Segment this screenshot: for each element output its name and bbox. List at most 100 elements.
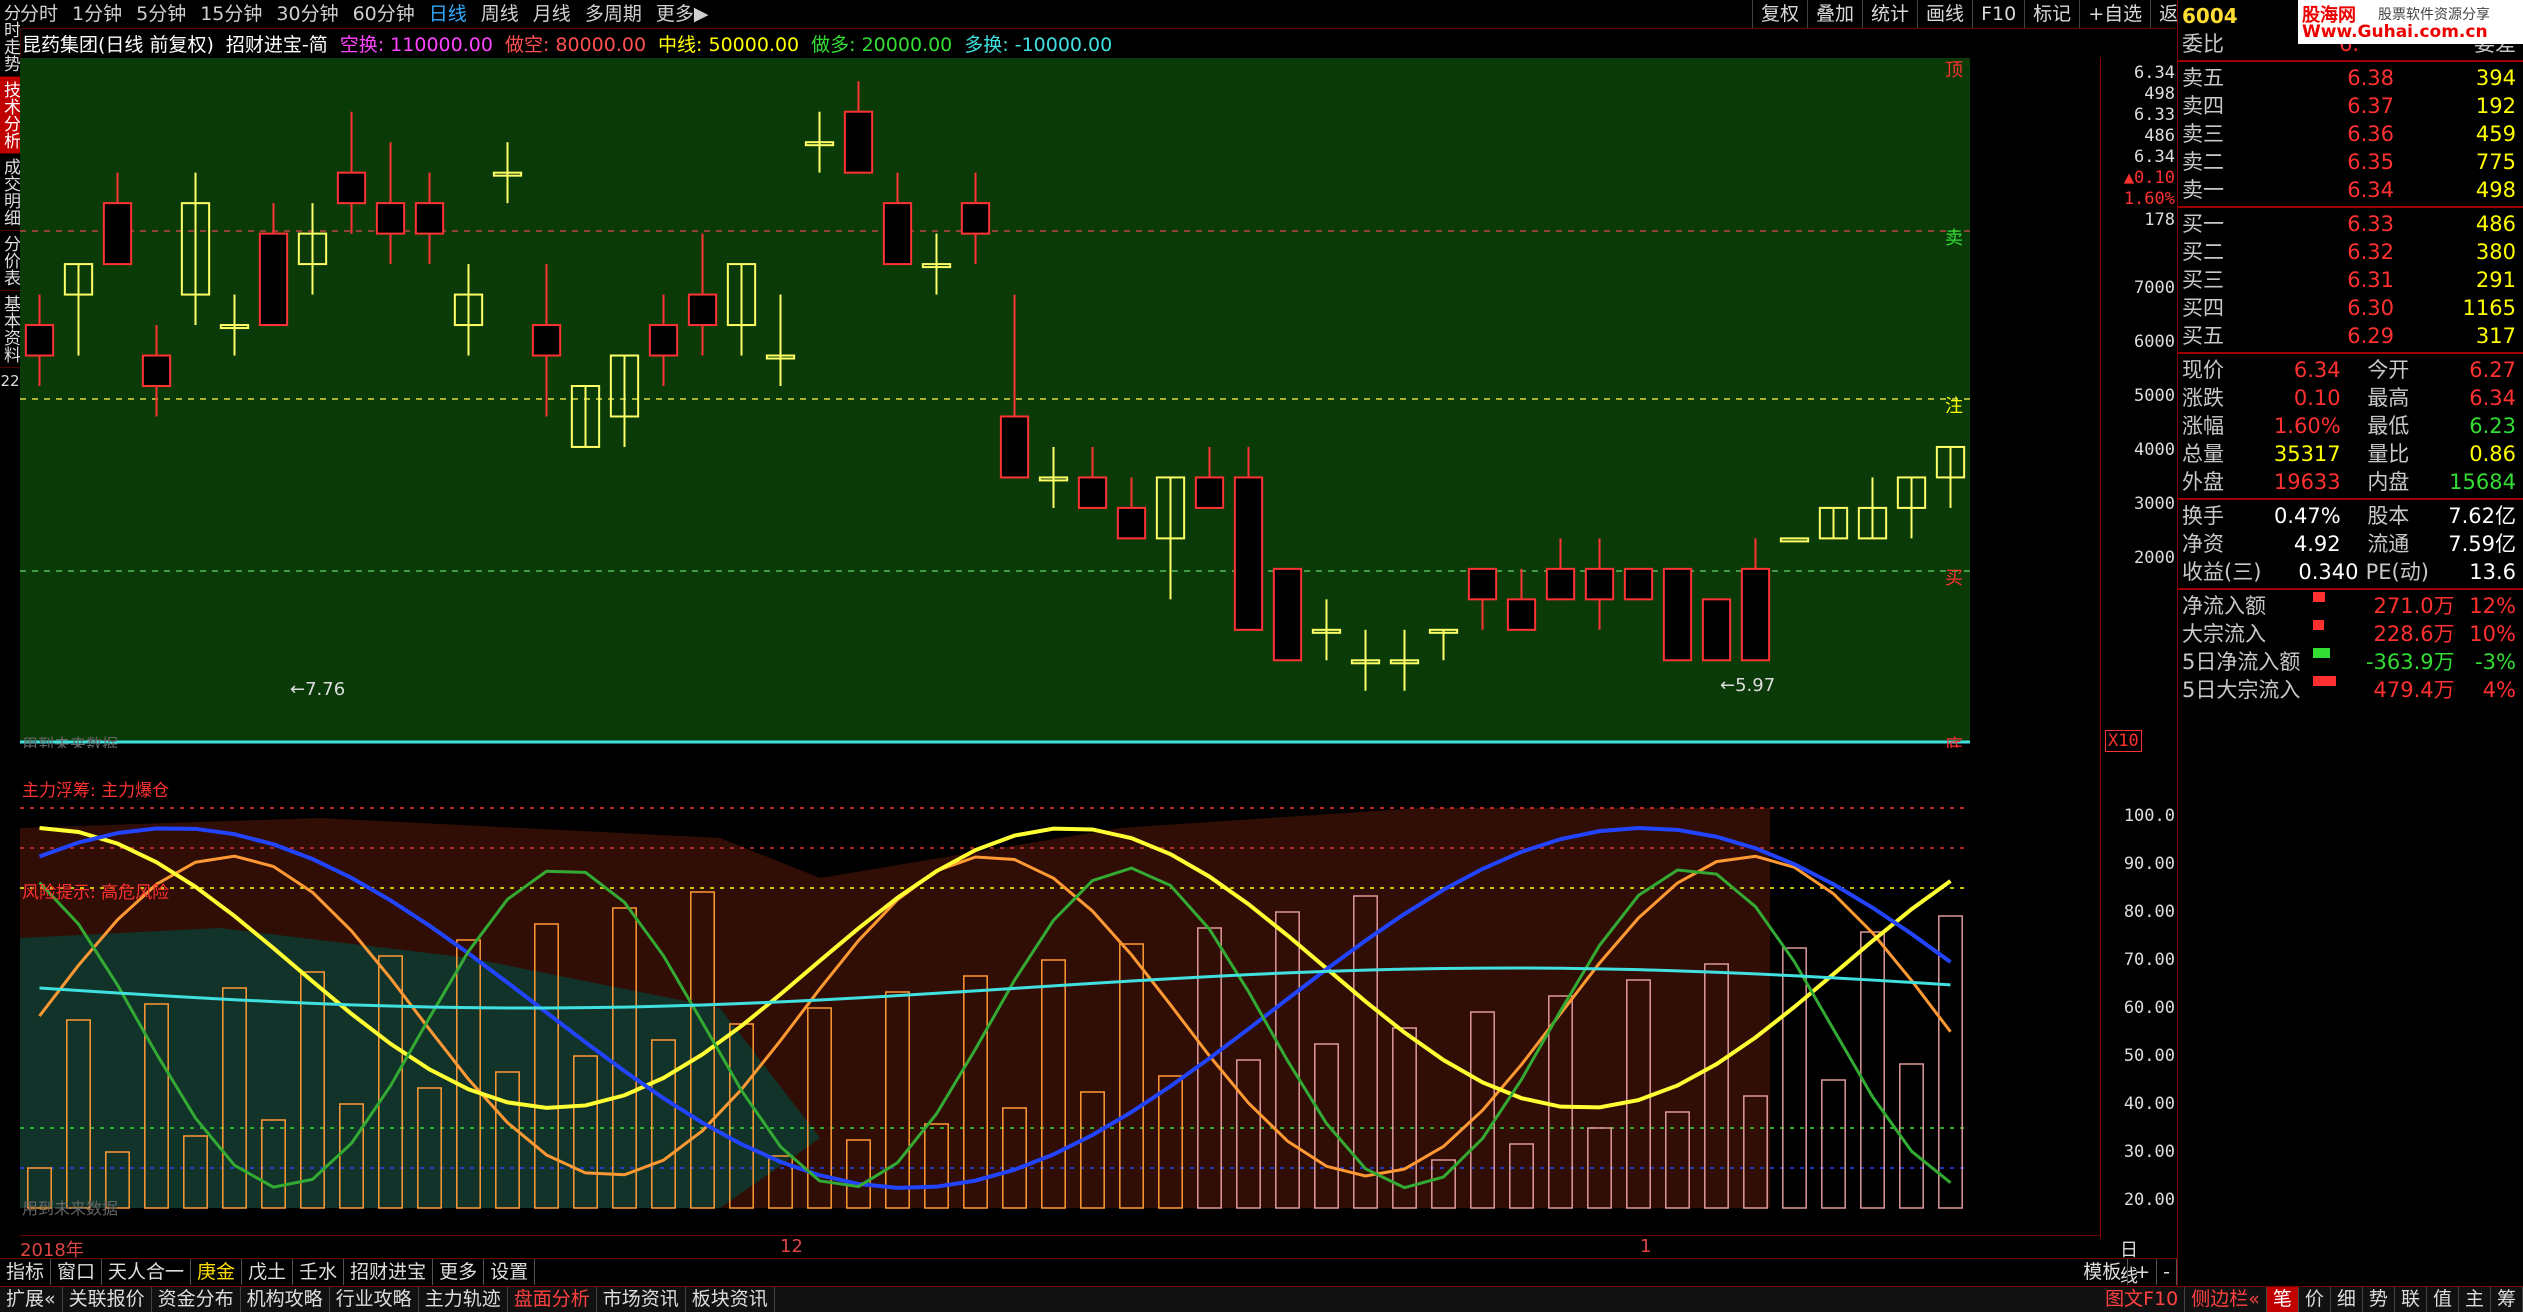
order-level-label: 买一 [2182,212,2224,236]
left-tab[interactable]: 基本资料 [0,291,20,368]
status-tab[interactable]: 行业攻略 [330,1287,419,1312]
order-book-row[interactable]: 卖三 6.36 459 [2178,120,2523,148]
status-tab[interactable]: 主力轨迹 [419,1287,508,1312]
status-right-button[interactable]: 图文F10 [2099,1287,2186,1312]
status-tab[interactable]: 市场资讯 [597,1287,686,1312]
template-button[interactable]: + [2128,1259,2158,1285]
period-tab[interactable]: 30分钟 [276,0,338,28]
toolbar-button[interactable]: +自选 [2079,0,2150,28]
indicator-tab[interactable]: 窗口 [51,1259,103,1285]
left-tab[interactable]: 分时走势 [0,0,20,77]
candle-body [1467,567,1498,601]
toolbar-button[interactable]: 统计 [1862,0,1917,28]
order-book-row[interactable]: 买一 6.33 486 [2178,210,2523,238]
separator [2178,498,2523,500]
indicator-tab[interactable]: 招财进宝 [344,1259,434,1285]
candle-body [24,324,55,357]
quote-side-tab[interactable]: 主 [2459,1287,2491,1312]
template-button[interactable]: 模板 [2077,1259,2129,1285]
candle-body [1623,567,1654,601]
separator [2178,60,2523,62]
quote-stat-row: 涨幅 1.60% 最低 6.23 [2178,412,2523,440]
order-book-row[interactable]: 卖四 6.37 192 [2178,92,2523,120]
stat-value: 4.92 [2293,532,2341,556]
indicator-tab[interactable]: 指标 [0,1259,52,1285]
order-book-row[interactable]: 买二 6.32 380 [2178,238,2523,266]
axis-volume-label: 3000 [2134,494,2175,514]
stat-label: 流通 [2367,532,2410,556]
indicator-tab[interactable]: 天人合一 [102,1259,192,1285]
indicator-tab[interactable]: 更多 [433,1259,485,1285]
stat-label: 净资 [2182,532,2224,556]
template-button[interactable]: - [2157,1259,2177,1285]
indicator-tab[interactable]: 设置 [484,1259,536,1285]
quote-side-tab[interactable]: 笔 [2266,1287,2299,1312]
zhong-xian-value: 中线: 50000.00 [658,33,800,56]
period-tab[interactable]: 5分钟 [136,0,186,28]
separator [2178,588,2523,590]
quote-stat-row: 现价 6.34 今开 6.27 [2178,356,2523,384]
left-tab[interactable]: 分价表 [0,231,20,291]
period-tab[interactable]: 60分钟 [353,0,415,28]
order-book-row[interactable]: 买五 6.29 317 [2178,322,2523,350]
status-tab[interactable]: 机构攻略 [241,1287,330,1312]
left-tab[interactable]: 技术分析 [0,77,20,154]
flow-bar [2313,648,2330,658]
quote-side-tab[interactable]: 筹 [2491,1287,2523,1312]
order-book-row[interactable]: 买四 6.30 1165 [2178,294,2523,322]
toolbar-button[interactable]: 画线 [1917,0,1972,28]
status-tab[interactable]: 资金分布 [152,1287,241,1312]
toolbar-button[interactable]: F10 [1972,0,2024,28]
indicator-tab[interactable]: 戊土 [242,1259,294,1285]
period-tab[interactable]: 周线 [481,0,519,28]
quote-side-tab[interactable]: 值 [2427,1287,2459,1312]
watermark-logo: 股海网 股票软件资源分享 Www.Guhai.com.cn [2298,0,2523,44]
indicator-chart[interactable]: 主力浮筹: 主力爆仓风险提示: 高危风险用到未来数据 [20,778,1970,1218]
candle-body [102,202,133,266]
period-tab[interactable]: 1分钟 [72,0,122,28]
indicator-name[interactable]: 招财进宝-简 [226,30,328,57]
stock-code[interactable]: 6004 [2182,4,2238,28]
candle-body [1662,567,1693,662]
quote-side-tab[interactable]: 势 [2363,1287,2395,1312]
level-label-sell: 卖 [1945,228,1963,249]
order-level-label: 卖二 [2182,150,2224,174]
quote-side-tab[interactable]: 细 [2331,1287,2363,1312]
order-price: 6.37 [2347,94,2394,118]
status-right-button[interactable]: 侧边栏« [2185,1287,2267,1312]
status-tab[interactable]: 扩展« [0,1287,63,1312]
stock-title[interactable]: 昆药集团(日线 前复权) [22,30,214,57]
indicator-tab[interactable]: 壬水 [293,1259,345,1285]
toolbar-button[interactable]: 叠加 [1807,0,1862,28]
order-volume: 459 [2475,122,2516,146]
order-book-row[interactable]: 买三 6.31 291 [2178,266,2523,294]
money-flow-row: 5日净流入额 -363.9万 -3% [2178,648,2523,676]
quote-side-tab[interactable]: 联 [2395,1287,2427,1312]
order-book-row[interactable]: 卖五 6.38 394 [2178,64,2523,92]
quote-side-tab[interactable]: 价 [2299,1287,2331,1312]
period-tab[interactable]: 分时 [20,0,58,28]
zoom-label[interactable]: X10 [2105,730,2142,752]
status-tab[interactable]: 板块资讯 [686,1287,775,1312]
candle-body [258,232,289,327]
candlestick-chart[interactable]: 顶卖注买底 ←7.76 ←5.97 用到未来数据 [20,58,1970,748]
toolbar-button[interactable]: 复权 [1752,0,1807,28]
period-tab[interactable]: 日线 [429,0,467,28]
toolbar-button[interactable]: 标记 [2024,0,2079,28]
indicator-tab[interactable]: 庚金 [191,1259,243,1285]
order-price: 6.32 [2347,240,2394,264]
stat-label: 总量 [2182,442,2224,466]
stat-value: 6.34 [2469,386,2516,410]
period-tab[interactable]: 月线 [533,0,571,28]
status-tab[interactable]: 关联报价 [63,1287,152,1312]
date-axis: 2018年 12 1 日线 [20,1235,2138,1287]
order-book-row[interactable]: 卖二 6.35 775 [2178,148,2523,176]
order-book-row[interactable]: 卖一 6.34 498 [2178,176,2523,204]
period-tab[interactable]: 更多▶ [656,0,709,28]
status-tab[interactable]: 盘面分析 [508,1287,597,1312]
period-tab[interactable]: 多周期 [585,0,642,28]
left-tab[interactable]: 成交明细 [0,154,20,231]
candle-body [336,171,367,205]
period-tab[interactable]: 15分钟 [200,0,262,28]
future-data-label: 用到未来数据 [22,1199,118,1218]
